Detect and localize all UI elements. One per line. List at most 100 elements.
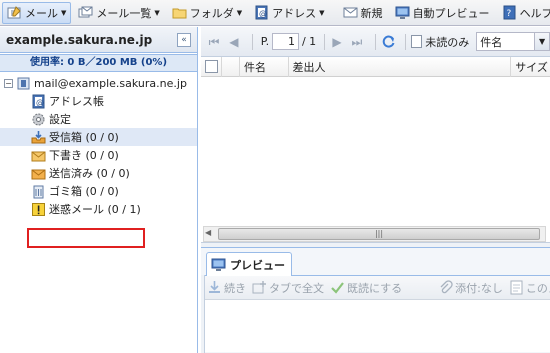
preview-toolbar: 続き タブで全文 既読にする 添付:なし この [201, 276, 550, 300]
message-grid-body [201, 77, 550, 225]
pager-divider [251, 33, 253, 50]
tree-collapse-toggle[interactable]: − [4, 78, 13, 88]
collapse-panel-button[interactable]: « [177, 32, 191, 47]
auto-preview-button[interactable]: 自動プレビュー [390, 2, 495, 24]
drafts-icon [31, 148, 46, 163]
pager-divider [404, 33, 406, 50]
chevron-down-icon: ▼ [154, 8, 160, 17]
attachment-label: 添付:なし [455, 281, 503, 295]
tree-item-label: 送信済み (0 / 0) [49, 167, 130, 180]
svg-text:@: @ [259, 9, 267, 18]
continue-button[interactable]: 続き [207, 280, 246, 296]
usage-bar: 使用率: 0 B／200 MB (0%) [0, 54, 197, 72]
mail-list-button[interactable]: メール一覧 ▼ [73, 2, 164, 24]
preview-side-handle[interactable] [201, 275, 205, 353]
address-menu-label: アドレス [272, 6, 317, 20]
column-header-label: サイズ [515, 60, 548, 74]
open-in-tab-button[interactable]: タブで全文 [252, 280, 324, 296]
continue-label: 続き [224, 281, 246, 295]
flag-column[interactable] [222, 56, 241, 77]
tree-item-label: 迷惑メール (0 / 1) [49, 203, 141, 216]
column-header-label: 差出人 [292, 60, 326, 74]
search-field-select[interactable]: 件名 ▼ [476, 32, 550, 51]
page-total: / 1 [301, 35, 317, 48]
main-toolbar: メール ▼ メール一覧 ▼ フォルダ ▼ @ アドレス ▼ 新規 自動プレビュー [0, 0, 550, 26]
warning-icon [31, 202, 46, 217]
monitor-icon [211, 257, 226, 272]
select-all-checkbox[interactable] [205, 60, 218, 73]
open-in-tab-label: タブで全文 [269, 281, 324, 295]
address-menu-button[interactable]: @ アドレス ▼ [249, 2, 329, 24]
tree-root[interactable]: − mail@example.sakura.ne.jp [0, 74, 197, 92]
scrollbar-thumb[interactable]: ||| [218, 228, 540, 240]
this-mail-label: このメ [525, 281, 550, 295]
gear-icon [31, 112, 46, 127]
svg-text:?: ? [506, 9, 511, 19]
tree-item-label: 設定 [49, 113, 71, 126]
tree-item-label: ゴミ箱 (0 / 0) [49, 185, 119, 198]
mark-read-button[interactable]: 既読にする [330, 280, 402, 296]
chevron-down-icon: ▼ [236, 8, 243, 17]
this-mail-button[interactable]: このメ [509, 280, 550, 296]
folder-tree: − mail@example.sakura.ne.jp @ アドレス帳 設定 受… [0, 72, 197, 218]
first-page-icon[interactable]: ⏮ [207, 34, 221, 50]
next-page-icon[interactable]: ▶ [330, 34, 344, 50]
folder-menu-label: フォルダ [189, 6, 234, 20]
tree-item-label: 下書き (0 / 0) [49, 149, 119, 162]
mail-compose-icon [7, 5, 22, 20]
search-field-value: 件名 [480, 35, 503, 49]
tab-preview[interactable]: プレビュー [206, 252, 292, 276]
scroll-left-icon[interactable]: ◀ [205, 228, 211, 237]
pager-divider [324, 33, 326, 50]
mail-menu-button[interactable]: メール ▼ [2, 1, 72, 24]
mail-list-label: メール一覧 [96, 6, 152, 20]
preview-body [201, 300, 550, 352]
monitor-icon [395, 5, 410, 20]
prev-page-icon[interactable]: ◀ [227, 34, 241, 50]
tree-item-trash[interactable]: ゴミ箱 (0 / 0) [0, 182, 197, 200]
unread-only-checkbox[interactable] [410, 35, 423, 48]
message-panel: ⏮ ◀ P. 1 / 1 ▶ ⏭ 未読のみ 件名 ▼ 件名 差出人 サイズ ◀ … [201, 27, 550, 353]
pager-divider [374, 33, 376, 50]
folder-icon [172, 5, 187, 20]
select-all-cell [201, 56, 223, 77]
last-page-icon[interactable]: ⏭ [350, 34, 364, 50]
document-icon [509, 280, 524, 295]
highlight-box [27, 228, 145, 248]
envelope-icon [343, 5, 358, 20]
attachment-info: 添付:なし [438, 280, 503, 296]
address-book-icon: @ [254, 5, 269, 20]
column-subject[interactable]: 件名 [240, 56, 289, 77]
tree-item-label: アドレス帳 [49, 95, 104, 108]
tree-item-sent[interactable]: 送信済み (0 / 0) [0, 164, 197, 182]
refresh-icon[interactable] [381, 34, 396, 49]
unread-only-label: 未読のみ [425, 35, 470, 49]
tree-item-label: 受信箱 (0 / 0) [49, 131, 119, 144]
trash-icon [31, 184, 46, 199]
help-menu-button[interactable]: ? ヘルプ ▼ [497, 2, 550, 24]
mail-list-icon [78, 5, 93, 20]
horizontal-scrollbar[interactable]: ◀ ||| [203, 226, 546, 242]
new-mail-button[interactable]: 新規 [338, 2, 388, 24]
folder-menu-button[interactable]: フォルダ ▼ [167, 2, 247, 24]
column-header-label: 件名 [244, 60, 267, 74]
svg-text:@: @ [36, 98, 44, 107]
page-number-input[interactable]: 1 [272, 33, 299, 50]
tree-item-settings[interactable]: 設定 [0, 110, 197, 128]
new-tab-icon [252, 280, 267, 295]
mail-menu-label: メール [25, 6, 58, 20]
chevron-down-icon: ▼ [534, 33, 550, 50]
column-sender[interactable]: 差出人 [289, 56, 512, 77]
auto-preview-label: 自動プレビュー [412, 6, 490, 20]
message-grid-header: 件名 差出人 サイズ [201, 56, 550, 77]
tree-item-inbox[interactable]: 受信箱 (0 / 0) [0, 128, 197, 146]
column-size[interactable]: サイズ [511, 57, 550, 77]
inbox-icon [31, 130, 46, 145]
preview-pane: プレビュー 続き タブで全文 既読にする 添付:なし この [201, 247, 550, 353]
tree-item-drafts[interactable]: 下書き (0 / 0) [0, 146, 197, 164]
tree-item-address-book[interactable]: @ アドレス帳 [0, 92, 197, 110]
paperclip-icon [438, 280, 453, 295]
mailbox-icon [16, 76, 31, 91]
help-icon: ? [502, 5, 517, 20]
tree-item-junk[interactable]: 迷惑メール (0 / 1) [0, 200, 197, 218]
